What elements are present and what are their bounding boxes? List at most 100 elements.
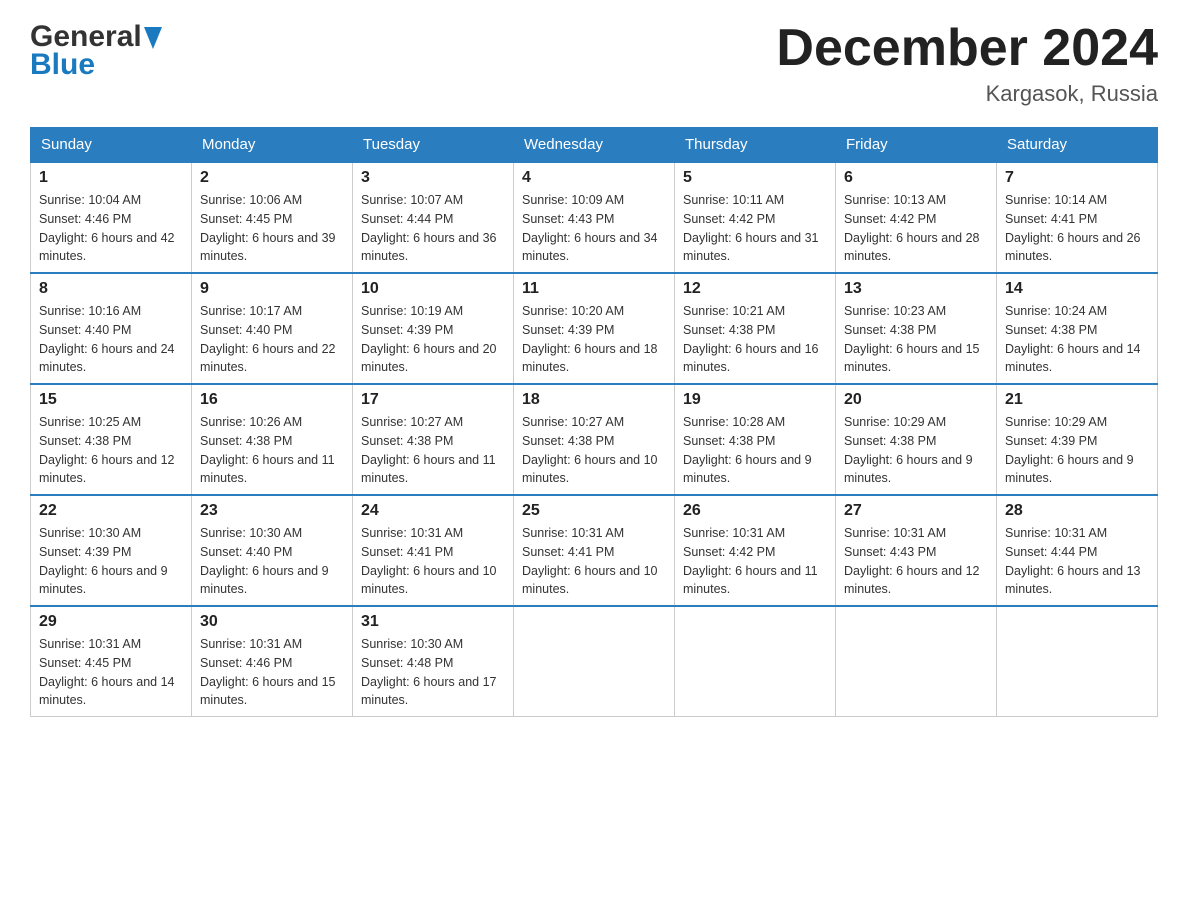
calendar-week-3: 15 Sunrise: 10:25 AM Sunset: 4:38 PM Day… — [31, 384, 1158, 495]
day-info: Sunrise: 10:31 AM Sunset: 4:45 PM Daylig… — [39, 635, 183, 710]
sunset-label: Sunset: 4:39 PM — [1005, 434, 1097, 448]
day-number: 28 — [1005, 502, 1149, 520]
sunset-label: Sunset: 4:39 PM — [361, 323, 453, 337]
table-row: 5 Sunrise: 10:11 AM Sunset: 4:42 PM Dayl… — [675, 162, 836, 273]
table-row: 18 Sunrise: 10:27 AM Sunset: 4:38 PM Day… — [514, 384, 675, 495]
table-row: 23 Sunrise: 10:30 AM Sunset: 4:40 PM Day… — [192, 495, 353, 606]
day-info: Sunrise: 10:29 AM Sunset: 4:39 PM Daylig… — [1005, 413, 1149, 488]
sunset-label: Sunset: 4:40 PM — [39, 323, 131, 337]
day-number: 11 — [522, 280, 666, 298]
day-info: Sunrise: 10:04 AM Sunset: 4:46 PM Daylig… — [39, 191, 183, 266]
sunrise-label: Sunrise: 10:17 AM — [200, 304, 302, 318]
day-info: Sunrise: 10:27 AM Sunset: 4:38 PM Daylig… — [361, 413, 505, 488]
sunrise-label: Sunrise: 10:23 AM — [844, 304, 946, 318]
table-row: 12 Sunrise: 10:21 AM Sunset: 4:38 PM Day… — [675, 273, 836, 384]
sunset-label: Sunset: 4:44 PM — [1005, 545, 1097, 559]
sunrise-label: Sunrise: 10:31 AM — [200, 637, 302, 651]
daylight-label: Daylight: 6 hours and 34 minutes. — [522, 231, 658, 264]
sunrise-label: Sunrise: 10:27 AM — [361, 415, 463, 429]
day-info: Sunrise: 10:25 AM Sunset: 4:38 PM Daylig… — [39, 413, 183, 488]
day-number: 22 — [39, 502, 183, 520]
day-info: Sunrise: 10:06 AM Sunset: 4:45 PM Daylig… — [200, 191, 344, 266]
page-header: General Blue December 2024 Kargasok, Rus… — [30, 20, 1158, 107]
month-title: December 2024 — [776, 20, 1158, 77]
day-number: 8 — [39, 280, 183, 298]
sunrise-label: Sunrise: 10:28 AM — [683, 415, 785, 429]
day-number: 27 — [844, 502, 988, 520]
sunset-label: Sunset: 4:38 PM — [844, 323, 936, 337]
day-info: Sunrise: 10:21 AM Sunset: 4:38 PM Daylig… — [683, 302, 827, 377]
day-info: Sunrise: 10:29 AM Sunset: 4:38 PM Daylig… — [844, 413, 988, 488]
table-row: 29 Sunrise: 10:31 AM Sunset: 4:45 PM Day… — [31, 606, 192, 717]
daylight-label: Daylight: 6 hours and 24 minutes. — [39, 342, 175, 375]
header-thursday: Thursday — [675, 128, 836, 163]
day-number: 29 — [39, 613, 183, 631]
table-row: 28 Sunrise: 10:31 AM Sunset: 4:44 PM Day… — [997, 495, 1158, 606]
sunset-label: Sunset: 4:42 PM — [844, 212, 936, 226]
sunset-label: Sunset: 4:40 PM — [200, 323, 292, 337]
daylight-label: Daylight: 6 hours and 9 minutes. — [39, 564, 168, 597]
day-info: Sunrise: 10:31 AM Sunset: 4:46 PM Daylig… — [200, 635, 344, 710]
day-info: Sunrise: 10:30 AM Sunset: 4:39 PM Daylig… — [39, 524, 183, 599]
day-info: Sunrise: 10:26 AM Sunset: 4:38 PM Daylig… — [200, 413, 344, 488]
header-wednesday: Wednesday — [514, 128, 675, 163]
sunset-label: Sunset: 4:41 PM — [361, 545, 453, 559]
day-info: Sunrise: 10:20 AM Sunset: 4:39 PM Daylig… — [522, 302, 666, 377]
daylight-label: Daylight: 6 hours and 15 minutes. — [844, 342, 980, 375]
sunrise-label: Sunrise: 10:26 AM — [200, 415, 302, 429]
table-row: 27 Sunrise: 10:31 AM Sunset: 4:43 PM Day… — [836, 495, 997, 606]
sunrise-label: Sunrise: 10:31 AM — [522, 526, 624, 540]
day-number: 23 — [200, 502, 344, 520]
table-row: 16 Sunrise: 10:26 AM Sunset: 4:38 PM Day… — [192, 384, 353, 495]
sunset-label: Sunset: 4:43 PM — [844, 545, 936, 559]
day-number: 5 — [683, 169, 827, 187]
sunset-label: Sunset: 4:38 PM — [1005, 323, 1097, 337]
sunrise-label: Sunrise: 10:29 AM — [1005, 415, 1107, 429]
day-number: 15 — [39, 391, 183, 409]
daylight-label: Daylight: 6 hours and 12 minutes. — [844, 564, 980, 597]
calendar-header-row: Sunday Monday Tuesday Wednesday Thursday… — [31, 128, 1158, 163]
daylight-label: Daylight: 6 hours and 12 minutes. — [39, 453, 175, 486]
day-info: Sunrise: 10:13 AM Sunset: 4:42 PM Daylig… — [844, 191, 988, 266]
day-info: Sunrise: 10:31 AM Sunset: 4:44 PM Daylig… — [1005, 524, 1149, 599]
sunset-label: Sunset: 4:41 PM — [1005, 212, 1097, 226]
day-info: Sunrise: 10:16 AM Sunset: 4:40 PM Daylig… — [39, 302, 183, 377]
sunset-label: Sunset: 4:46 PM — [200, 656, 292, 670]
day-number: 4 — [522, 169, 666, 187]
sunset-label: Sunset: 4:42 PM — [683, 212, 775, 226]
day-number: 13 — [844, 280, 988, 298]
table-row: 31 Sunrise: 10:30 AM Sunset: 4:48 PM Day… — [353, 606, 514, 717]
table-row: 3 Sunrise: 10:07 AM Sunset: 4:44 PM Dayl… — [353, 162, 514, 273]
day-info: Sunrise: 10:23 AM Sunset: 4:38 PM Daylig… — [844, 302, 988, 377]
day-number: 19 — [683, 391, 827, 409]
table-row: 21 Sunrise: 10:29 AM Sunset: 4:39 PM Day… — [997, 384, 1158, 495]
table-row: 26 Sunrise: 10:31 AM Sunset: 4:42 PM Day… — [675, 495, 836, 606]
day-number: 12 — [683, 280, 827, 298]
sunset-label: Sunset: 4:39 PM — [522, 323, 614, 337]
logo: General Blue — [30, 20, 162, 82]
daylight-label: Daylight: 6 hours and 42 minutes. — [39, 231, 175, 264]
day-info: Sunrise: 10:24 AM Sunset: 4:38 PM Daylig… — [1005, 302, 1149, 377]
table-row: 30 Sunrise: 10:31 AM Sunset: 4:46 PM Day… — [192, 606, 353, 717]
daylight-label: Daylight: 6 hours and 18 minutes. — [522, 342, 658, 375]
table-row: 2 Sunrise: 10:06 AM Sunset: 4:45 PM Dayl… — [192, 162, 353, 273]
title-section: December 2024 Kargasok, Russia — [776, 20, 1158, 107]
day-number: 6 — [844, 169, 988, 187]
daylight-label: Daylight: 6 hours and 22 minutes. — [200, 342, 336, 375]
daylight-label: Daylight: 6 hours and 9 minutes. — [844, 453, 973, 486]
logo-blue-text: Blue — [30, 48, 95, 82]
daylight-label: Daylight: 6 hours and 10 minutes. — [361, 564, 497, 597]
sunrise-label: Sunrise: 10:16 AM — [39, 304, 141, 318]
daylight-label: Daylight: 6 hours and 16 minutes. — [683, 342, 819, 375]
sunset-label: Sunset: 4:38 PM — [361, 434, 453, 448]
day-number: 3 — [361, 169, 505, 187]
header-sunday: Sunday — [31, 128, 192, 163]
day-number: 31 — [361, 613, 505, 631]
day-info: Sunrise: 10:14 AM Sunset: 4:41 PM Daylig… — [1005, 191, 1149, 266]
sunrise-label: Sunrise: 10:24 AM — [1005, 304, 1107, 318]
calendar-week-1: 1 Sunrise: 10:04 AM Sunset: 4:46 PM Dayl… — [31, 162, 1158, 273]
day-info: Sunrise: 10:27 AM Sunset: 4:38 PM Daylig… — [522, 413, 666, 488]
sunset-label: Sunset: 4:48 PM — [361, 656, 453, 670]
logo-arrow-icon — [144, 27, 162, 54]
day-info: Sunrise: 10:28 AM Sunset: 4:38 PM Daylig… — [683, 413, 827, 488]
